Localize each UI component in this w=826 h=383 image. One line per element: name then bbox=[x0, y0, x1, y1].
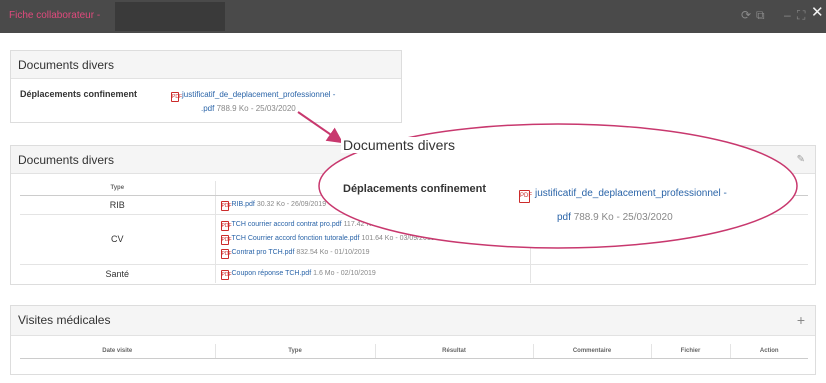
table-row: Santé PDFCoupon réponse TCH.pdf 1.6 Mo -… bbox=[20, 263, 808, 283]
column-header-comment: Commentaire bbox=[533, 344, 652, 359]
panel-title: Documents divers bbox=[18, 153, 115, 167]
file-meta: 30.32 Ko - 26/09/2019 bbox=[256, 200, 327, 208]
field-label: Déplacements confinement bbox=[20, 89, 138, 99]
file-meta: 788.9 Ko - 25/03/2020 bbox=[216, 104, 296, 113]
maximize-icon[interactable]: ⛶ bbox=[797, 8, 805, 22]
pdf-icon: PDF bbox=[220, 269, 232, 280]
add-icon[interactable]: + bbox=[797, 312, 805, 328]
visits-table: Date visite Type Résultat Commentaire Fi… bbox=[20, 344, 808, 359]
doc-files: PDFCoupon réponse TCH.pdf 1.6 Mo - 02/10… bbox=[215, 263, 531, 283]
file-meta: 1.6 Mo - 02/10/2019 bbox=[313, 269, 376, 277]
zoom-file-name-part2[interactable]: pdf bbox=[557, 212, 571, 223]
minimize-icon[interactable]: – bbox=[784, 8, 791, 22]
column-header-type: Type bbox=[215, 344, 376, 359]
panel-header: Documents divers bbox=[11, 51, 401, 79]
panel-title: Visites médicales bbox=[18, 313, 111, 327]
zoom-file-link[interactable]: PDF justificatif_de_deplacement_professio… bbox=[519, 182, 759, 230]
zoom-title: Documents divers bbox=[341, 137, 458, 153]
column-header-file: Fichier bbox=[651, 344, 731, 359]
window-title: Fiche collaborateur - bbox=[9, 10, 101, 21]
pdf-icon: PDF bbox=[220, 200, 232, 211]
column-header-date: Date visite bbox=[20, 344, 216, 359]
file-link[interactable]: Contrat pro TCH.pdf bbox=[232, 249, 295, 256]
file-meta: 832.54 Ko - 01/10/2019 bbox=[296, 249, 370, 256]
pdf-icon: PDF bbox=[220, 235, 232, 245]
file-name-part2[interactable]: .pdf bbox=[201, 104, 214, 113]
pdf-icon: PDF bbox=[171, 92, 182, 102]
column-header-type: Type bbox=[20, 181, 216, 196]
doc-type: CV bbox=[20, 213, 216, 264]
documents-divers-panel-top: Documents divers Déplacements confinemen… bbox=[10, 50, 402, 123]
zoom-callout: Documents divers Déplacements confinemen… bbox=[321, 125, 796, 246]
doc-type: Santé bbox=[20, 263, 216, 283]
file-link[interactable]: Coupon réponse TCH.pdf bbox=[232, 270, 312, 277]
zoom-file-meta: 788.9 Ko - 25/03/2020 bbox=[573, 212, 673, 223]
doc-type: RIB bbox=[20, 194, 216, 214]
window-titlebar: Fiche collaborateur - ⟳ ⧉ – ⛶ ✕ bbox=[0, 0, 826, 33]
pdf-icon: PDF bbox=[220, 221, 232, 231]
file-link[interactable]: RIB.pdf bbox=[232, 201, 255, 208]
pdf-icon: PDF bbox=[220, 249, 232, 259]
panel-title: Documents divers bbox=[18, 58, 115, 72]
pencil-icon[interactable]: ✎ bbox=[797, 154, 805, 165]
refresh-icon[interactable]: ⟳ bbox=[741, 8, 751, 22]
file-name-part1[interactable]: justificatif_de_deplacement_professionne… bbox=[182, 90, 335, 99]
close-icon[interactable]: ✕ bbox=[811, 5, 824, 20]
zoom-file-name-part1[interactable]: justificatif_de_deplacement_professionne… bbox=[535, 188, 727, 199]
redacted-name bbox=[115, 2, 225, 31]
column-header-action: Action bbox=[730, 344, 808, 359]
zoom-field-label: Déplacements confinement bbox=[343, 183, 487, 195]
external-link-icon[interactable]: ⧉ bbox=[756, 8, 765, 22]
panel-header: Visites médicales + bbox=[11, 306, 815, 336]
column-header-result: Résultat bbox=[375, 344, 534, 359]
pdf-icon: PDF bbox=[519, 190, 532, 203]
visites-medicales-panel: Visites médicales + Date visite Type Rés… bbox=[10, 305, 816, 375]
file-link[interactable]: PDFjustificatif_de_deplacement_professio… bbox=[171, 88, 351, 115]
empty-cell bbox=[530, 263, 808, 283]
